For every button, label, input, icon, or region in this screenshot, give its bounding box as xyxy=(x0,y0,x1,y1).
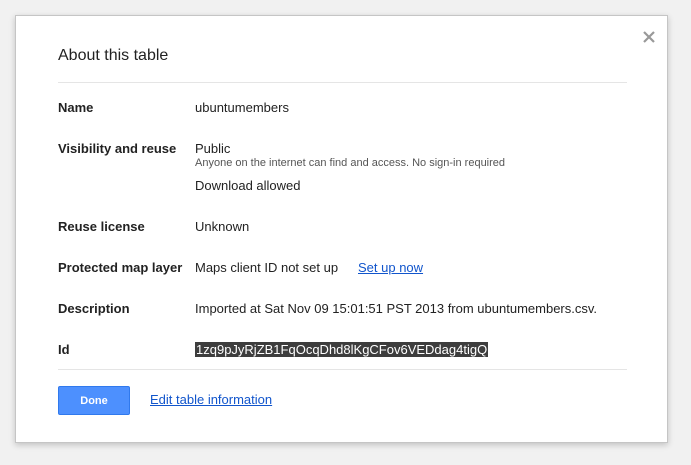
id-label: Id xyxy=(58,342,70,357)
visibility-value: Public xyxy=(195,141,231,156)
description-label: Description xyxy=(58,301,130,316)
license-label: Reuse license xyxy=(58,219,145,234)
visibility-label: Visibility and reuse xyxy=(58,141,177,156)
download-status: Download allowed xyxy=(195,178,301,193)
map-layer-value: Maps client ID not set up xyxy=(195,260,339,275)
dialog-title: About this table xyxy=(58,47,169,64)
name-label: Name xyxy=(58,100,94,115)
bottom-divider xyxy=(58,369,627,370)
id-field[interactable]: 1zq9pJyRjZB1FqOcqDhd8lKgCFov6VEDdag4tigQ xyxy=(195,342,489,357)
close-icon xyxy=(643,31,655,43)
id-value[interactable]: 1zq9pJyRjZB1FqOcqDhd8lKgCFov6VEDdag4tigQ xyxy=(195,342,489,357)
edit-table-information-link[interactable]: Edit table information xyxy=(150,392,272,407)
top-divider xyxy=(58,82,627,83)
set-up-now-link[interactable]: Set up now xyxy=(358,260,423,275)
license-value: Unknown xyxy=(195,219,250,234)
description-value: Imported at Sat Nov 09 15:01:51 PST 2013… xyxy=(195,301,598,316)
visibility-note: Anyone on the internet can find and acce… xyxy=(195,157,506,169)
close-button[interactable] xyxy=(640,28,658,46)
about-table-dialog: About this table Name ubuntumembers Visi… xyxy=(15,15,668,443)
done-button[interactable]: Done xyxy=(58,386,130,415)
map-layer-label: Protected map layer xyxy=(58,260,183,275)
name-value: ubuntumembers xyxy=(195,100,289,115)
